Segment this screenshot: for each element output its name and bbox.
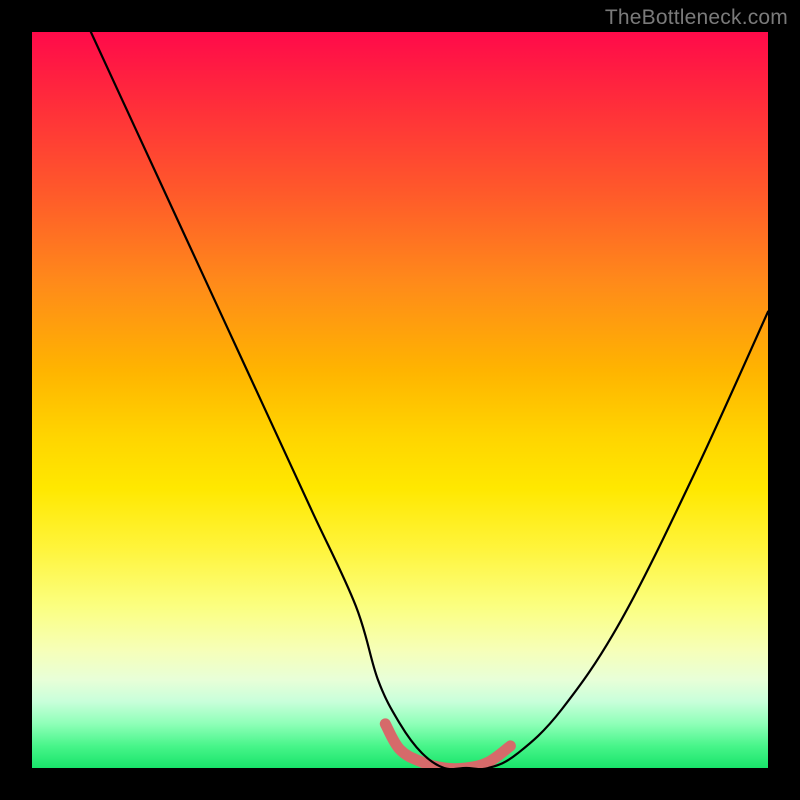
stage: TheBottleneck.com <box>0 0 800 800</box>
chart-plot-area <box>32 32 768 768</box>
curve-svg <box>32 32 768 768</box>
bottleneck-curve <box>91 32 768 768</box>
watermark-text: TheBottleneck.com <box>605 6 788 30</box>
